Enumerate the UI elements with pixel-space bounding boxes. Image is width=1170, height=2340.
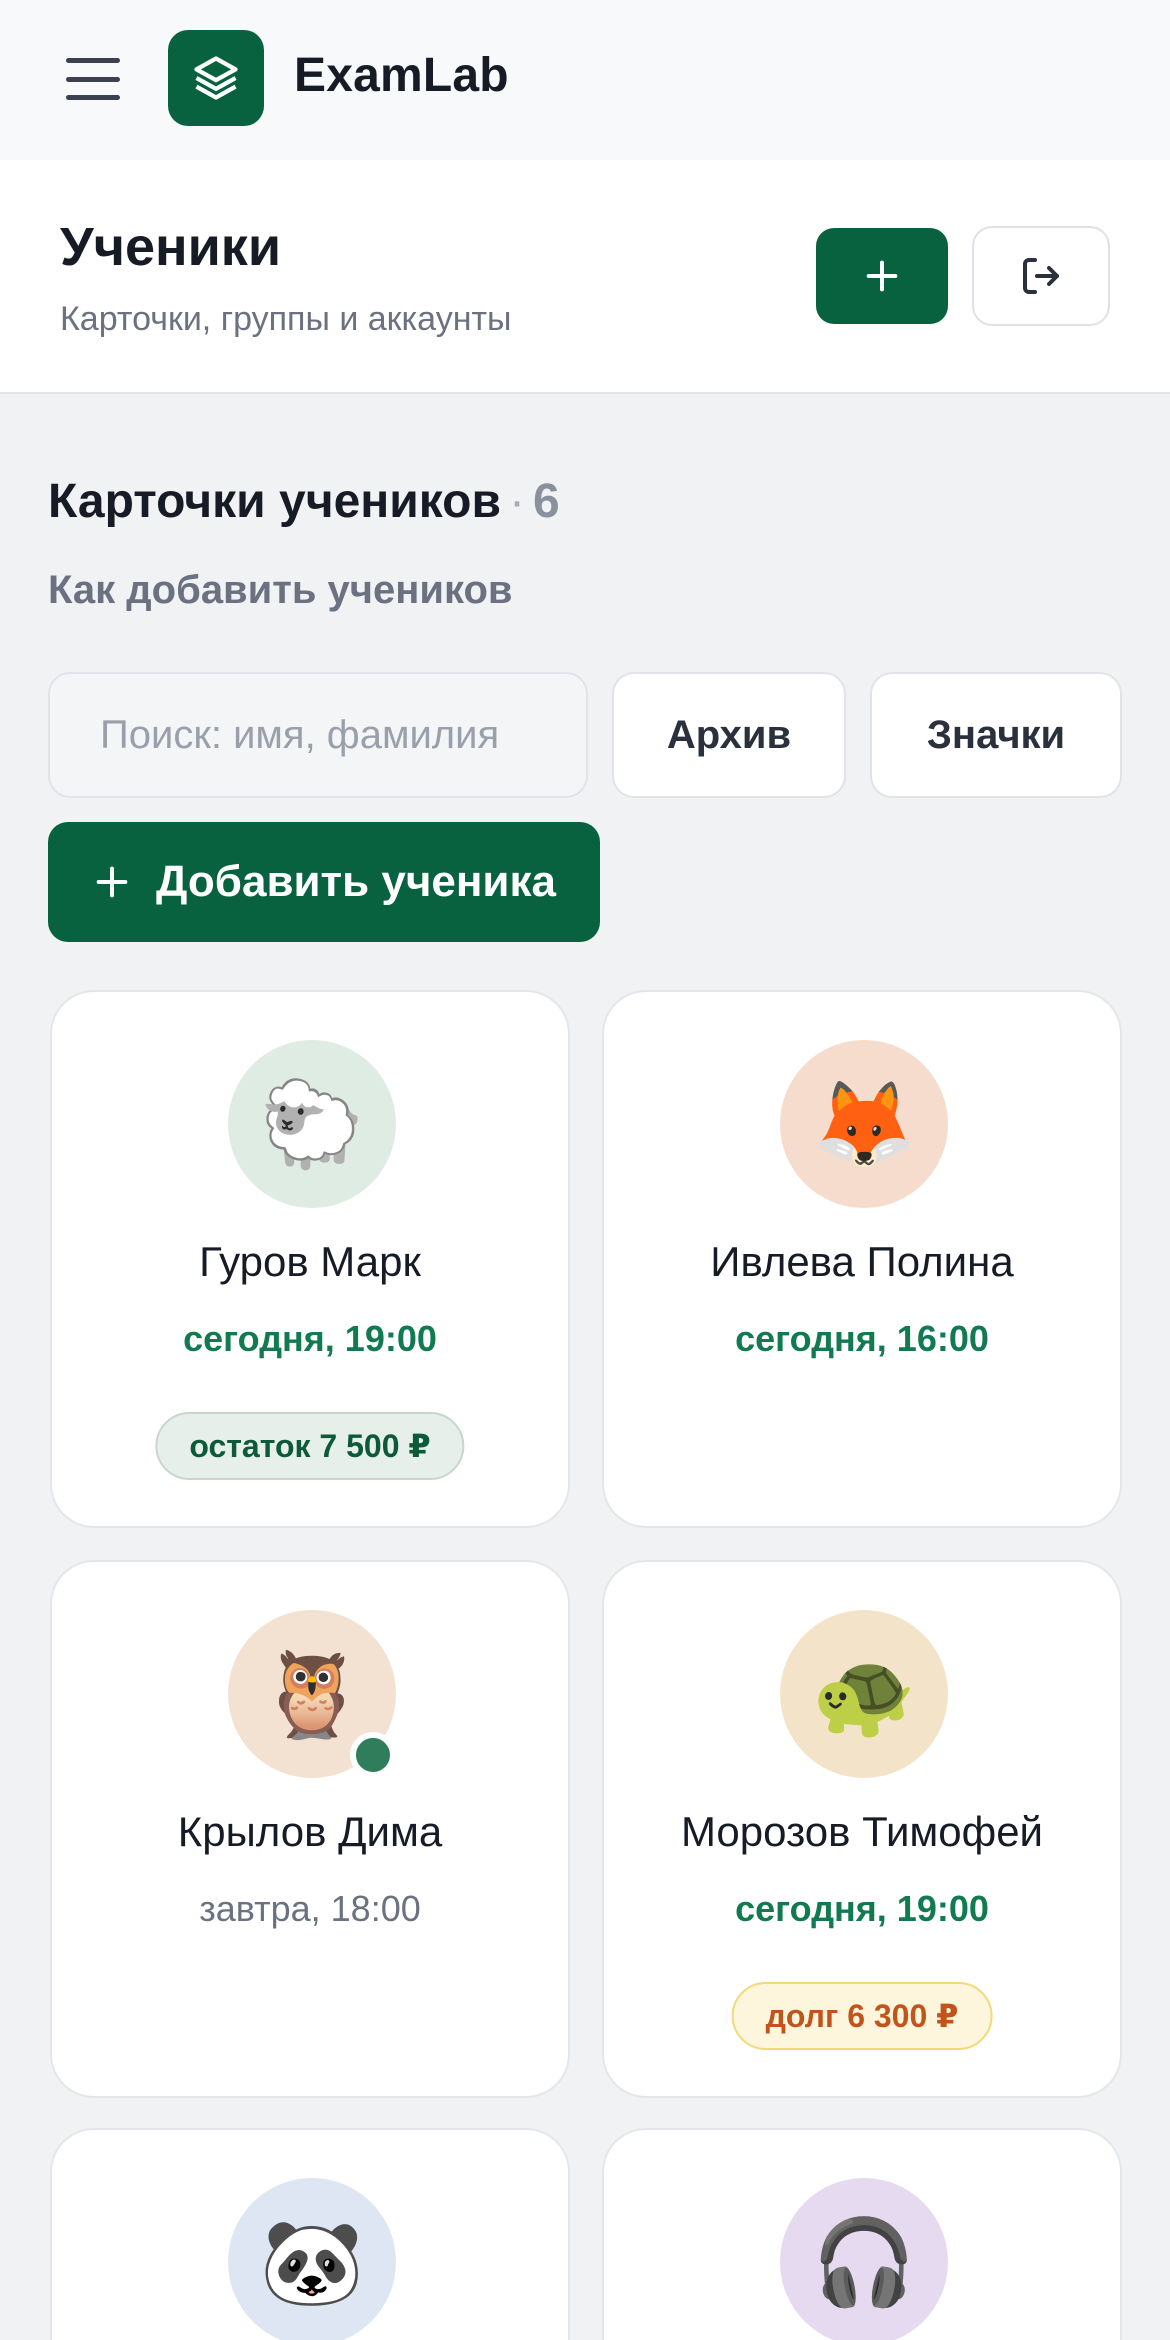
student-card[interactable]: 🐑 Гуров Марк сегодня, 19:00 остаток 7 50… [50, 990, 570, 1528]
add-button[interactable] [816, 228, 948, 324]
logout-button[interactable] [972, 226, 1110, 326]
add-student-label: Добавить ученика [156, 857, 556, 906]
debt-badge: долг 6 300 ₽ [731, 1982, 993, 2050]
section-title-text: Карточки учеников [48, 475, 501, 528]
student-card[interactable]: 🦉 Крылов Дима завтра, 18:00 [50, 1560, 570, 2098]
section-title: Карточки учеников · 6 [48, 474, 560, 529]
student-name: Морозов Тимофей [680, 1808, 1044, 1855]
student-card[interactable]: 🎧 [602, 2128, 1122, 2340]
next-lesson-time: сегодня, 19:00 [735, 1888, 989, 1929]
balance-badge: остаток 7 500 ₽ [155, 1412, 465, 1480]
page-subtitle: Карточки, группы и аккаунты [60, 300, 512, 338]
sheep-avatar-icon: 🐑 [228, 1040, 396, 1208]
student-card[interactable]: 🐢 Морозов Тимофей сегодня, 19:00 долг 6 … [602, 1560, 1122, 2098]
page-header: Ученики Карточки, группы и аккаунты [0, 160, 1170, 394]
app-bar: ExamLab [0, 0, 1170, 160]
next-lesson-time: завтра, 18:00 [199, 1888, 421, 1929]
page-title: Ученики [60, 217, 282, 277]
app-name: ExamLab [294, 49, 509, 102]
headphones-avatar-icon: 🎧 [780, 2178, 948, 2340]
search-input[interactable] [48, 672, 588, 798]
badges-button[interactable]: Значки [870, 672, 1122, 798]
student-name: Ивлева Полина [710, 1238, 1014, 1285]
how-to-add-link[interactable]: Как добавить учеников [48, 568, 513, 613]
menu-icon[interactable] [66, 58, 120, 100]
layers-logo-icon [168, 30, 264, 126]
student-card[interactable]: 🦊 Ивлева Полина сегодня, 16:00 [602, 990, 1122, 1528]
student-card[interactable]: 🐼 [50, 2128, 570, 2340]
section-separator: · [508, 475, 525, 528]
plus-icon [96, 866, 128, 898]
plus-icon [866, 260, 898, 292]
student-name: Гуров Марк [199, 1238, 421, 1285]
archive-button[interactable]: Архив [612, 672, 846, 798]
fox-avatar-icon: 🦊 [780, 1040, 948, 1208]
next-lesson-time: сегодня, 16:00 [735, 1318, 989, 1359]
turtle-avatar-icon: 🐢 [780, 1610, 948, 1778]
next-lesson-time: сегодня, 19:00 [183, 1318, 437, 1359]
student-name: Крылов Дима [177, 1808, 443, 1855]
panda-avatar-icon: 🐼 [228, 2178, 396, 2340]
logout-icon [1023, 258, 1059, 294]
student-count: 6 [532, 475, 560, 528]
add-student-button[interactable]: Добавить ученика [48, 822, 600, 942]
online-status-dot [350, 1732, 396, 1778]
